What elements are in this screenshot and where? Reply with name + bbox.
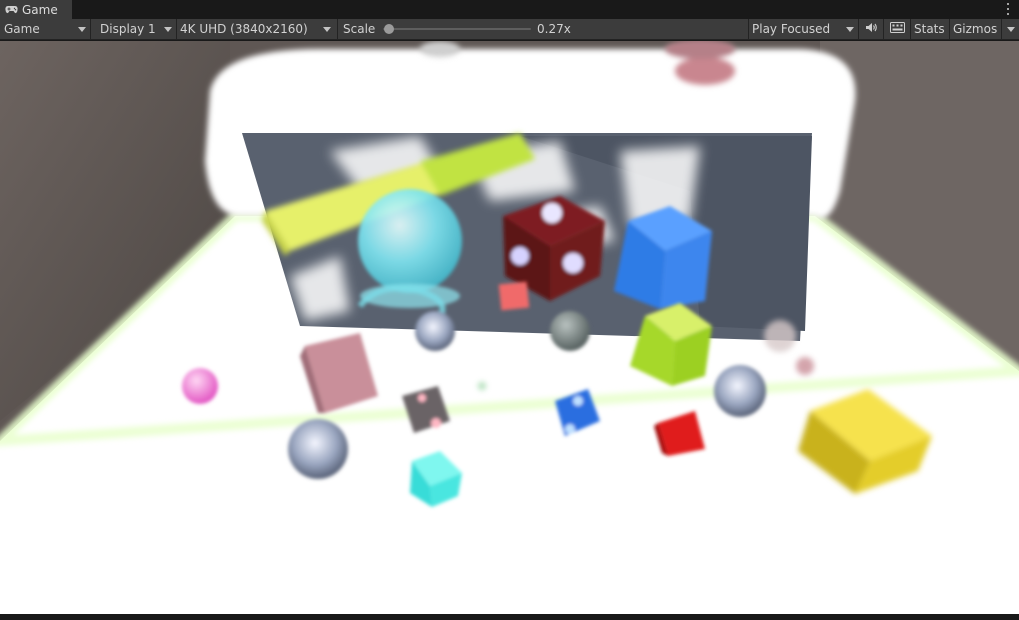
keyboard-icon <box>889 22 905 36</box>
view-mode-value: Game <box>4 22 40 36</box>
gamepad-icon <box>5 3 18 17</box>
game-view-toolbar: Game Display 1 4K UHD (3840x2160) Scale … <box>0 19 1019 40</box>
stats-label: Stats <box>914 22 945 36</box>
view-mode-dropdown[interactable]: Game <box>0 19 90 39</box>
gizmos-label: Gizmos <box>953 22 998 36</box>
resolution-dropdown[interactable]: 4K UHD (3840x2160) <box>177 19 337 39</box>
chevron-down-icon <box>164 27 172 32</box>
speaker-icon <box>865 22 878 36</box>
play-mode-value: Play Focused <box>752 22 831 36</box>
display-dropdown[interactable]: Display 1 <box>91 19 176 39</box>
rendered-scene <box>0 41 1019 614</box>
scale-label: Scale <box>343 22 376 36</box>
scale-slider-thumb[interactable] <box>383 24 394 34</box>
mute-audio-toggle[interactable] <box>859 19 883 39</box>
gizmos-button[interactable]: Gizmos <box>950 19 1002 39</box>
chevron-down-icon <box>78 27 86 32</box>
scale-value: 0.27x <box>537 22 571 36</box>
keyboard-shortcuts-toggle[interactable] <box>884 19 910 39</box>
window-bottom-edge <box>0 614 1019 620</box>
gizmos-dropdown[interactable] <box>1002 19 1019 39</box>
stats-button[interactable]: Stats <box>911 19 949 39</box>
chevron-down-icon <box>846 27 854 32</box>
tab-game[interactable]: Game <box>0 0 72 19</box>
play-mode-dropdown[interactable]: Play Focused <box>749 19 858 39</box>
display-value: Display 1 <box>100 22 156 36</box>
resolution-value: 4K UHD (3840x2160) <box>180 22 308 36</box>
game-viewport[interactable] <box>0 41 1019 614</box>
chevron-down-icon <box>323 27 331 32</box>
tab-label: Game <box>22 2 58 17</box>
window-tab-bar: Game <box>0 0 1019 19</box>
scale-slider-track[interactable] <box>383 28 531 30</box>
chevron-down-icon <box>1007 27 1015 32</box>
kebab-menu-icon[interactable] <box>1005 2 1011 16</box>
